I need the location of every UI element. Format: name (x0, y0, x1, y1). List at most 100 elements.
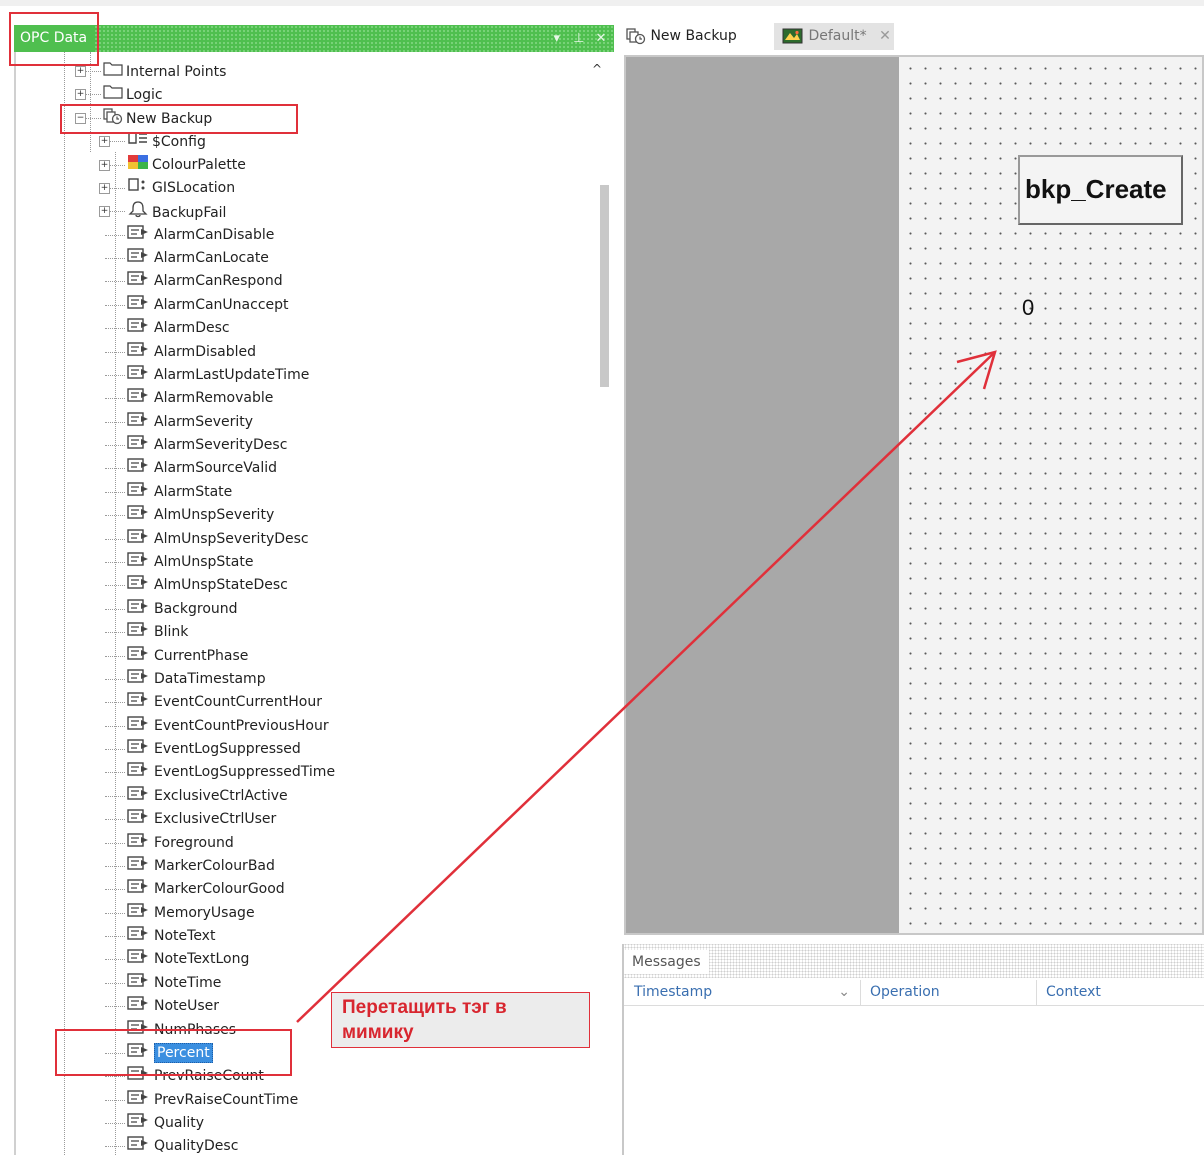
column-timestamp[interactable]: Timestamp ⌄ (624, 980, 860, 1005)
tab-new-backup[interactable]: New Backup (626, 23, 737, 50)
tree-connector (105, 445, 125, 447)
tree-connector (105, 1123, 125, 1125)
tree-item[interactable]: BackupFail (127, 200, 226, 223)
tree-item[interactable]: AlmUnspSeverityDesc (127, 528, 309, 551)
document-tabs: New Backup Default* ✕ (620, 23, 1204, 50)
tree-item[interactable]: Blink (127, 621, 188, 644)
tree-item[interactable]: Quality (127, 1112, 204, 1135)
tag-icon (127, 434, 151, 457)
tag-icon (127, 808, 151, 831)
tree-item-label: ExclusiveCtrlActive (154, 787, 288, 804)
tag-icon (127, 551, 151, 574)
tree-item[interactable]: NoteText (127, 925, 215, 948)
tree-item-label: NoteUser (154, 998, 220, 1015)
tree-connector (105, 725, 125, 727)
tree-item[interactable]: CurrentPhase (127, 645, 248, 668)
tag-icon (127, 948, 151, 971)
scroll-thumb[interactable] (600, 185, 609, 387)
tree-item[interactable]: EventLogSuppressed (127, 738, 301, 761)
tab-default[interactable]: Default* ✕ (774, 23, 894, 50)
pin-icon[interactable]: ⊥ (570, 25, 588, 52)
column-operation[interactable]: Operation (860, 980, 1036, 1005)
tree-item[interactable]: NoteUser (127, 995, 219, 1018)
backup-icon (626, 28, 646, 45)
tree-item[interactable]: AlarmCanUnaccept (127, 294, 289, 317)
tree-item-label: AlarmSeverity (154, 413, 254, 430)
tree-connector (105, 772, 125, 774)
tag-icon (127, 294, 151, 317)
tree-item[interactable]: Background (127, 598, 238, 621)
tree-item[interactable]: AlarmLastUpdateTime (127, 364, 309, 387)
expand-icon[interactable]: + (99, 182, 110, 194)
tree-item[interactable]: AlmUnspState (127, 551, 253, 574)
tree-item[interactable]: AlarmDesc (127, 317, 230, 340)
tree-item[interactable]: ExclusiveCtrlActive (127, 785, 288, 808)
tree-item[interactable]: GISLocation (127, 177, 235, 200)
tree-item[interactable]: AlmUnspSeverity (127, 504, 274, 527)
tree-item[interactable]: AlarmState (127, 481, 232, 504)
tree-item-label: AlarmCanRespond (154, 273, 283, 290)
tree-item-label: NoteText (154, 928, 216, 945)
tree-item[interactable]: ColourPalette (127, 154, 246, 177)
tab-close-icon[interactable]: ✕ (879, 28, 891, 44)
tree-item[interactable]: PrevRaiseCountTime (127, 1089, 298, 1112)
tree-item[interactable]: MarkerColourGood (127, 878, 285, 901)
bkp-create-button[interactable]: bkp_Create (1018, 155, 1183, 225)
tree-item[interactable]: NoteTime (127, 972, 221, 995)
tag-icon (127, 504, 151, 527)
tree-item-label: BackupFail (152, 204, 227, 221)
scroll-up-icon[interactable]: ^ (580, 62, 614, 76)
tree-item[interactable]: AlarmCanLocate (127, 247, 269, 270)
tree-item[interactable]: AlarmSeverityDesc (127, 434, 287, 457)
tree-item[interactable]: MarkerColourBad (127, 855, 275, 878)
tree-item-label: PrevRaiseCountTime (154, 1091, 299, 1108)
tree-scrollbar[interactable]: ^ (580, 52, 614, 1155)
tree-item-label: MarkerColourBad (154, 857, 275, 874)
tree-item[interactable]: AlarmCanRespond (127, 270, 283, 293)
column-label: Context (1046, 984, 1101, 1000)
tree-item[interactable]: AlmUnspStateDesc (127, 574, 288, 597)
mimic-canvas[interactable]: bkp_Create 0 (624, 55, 1204, 935)
tree-item[interactable]: AlarmCanDisable (127, 224, 274, 247)
expand-icon[interactable]: + (99, 136, 110, 148)
expand-icon[interactable]: + (75, 89, 86, 101)
sort-chevron-icon[interactable]: ⌄ (838, 980, 850, 1005)
tag-icon (127, 878, 151, 901)
tag-icon (127, 855, 151, 878)
expand-icon[interactable]: + (99, 206, 110, 218)
expand-icon[interactable]: + (75, 66, 86, 77)
tree-item[interactable]: EventCountCurrentHour (127, 691, 322, 714)
tree-connector (105, 959, 125, 961)
tag-icon (127, 457, 151, 480)
tab-label: Default* (808, 28, 867, 44)
tree-item[interactable]: AlarmDisabled (127, 341, 256, 364)
tree-item[interactable]: AlarmSeverity (127, 411, 253, 434)
tree-item[interactable]: Foreground (127, 832, 234, 855)
dropdown-icon[interactable]: ▾ (548, 25, 566, 52)
expand-icon[interactable]: + (99, 159, 110, 171)
tree-connector (105, 749, 125, 751)
tree-item[interactable]: DataTimestamp (127, 668, 266, 691)
tree-item-label: MarkerColourGood (154, 881, 285, 898)
tree-item[interactable]: MemoryUsage (127, 902, 255, 925)
tag-icon (127, 387, 151, 410)
tag-icon (127, 598, 151, 621)
tree-guide-line (64, 52, 65, 1155)
tree-item[interactable]: NoteTextLong (127, 948, 249, 971)
tree-item-label: QualityDesc (154, 1138, 239, 1155)
tree-item[interactable]: Logic (103, 83, 163, 106)
annotation-note: Перетащить тэг в мимику (331, 992, 590, 1048)
opc-tree: + Internal Points + Logic − New Backup + $Confi… (14, 52, 582, 1155)
tree-item[interactable]: AlarmSourceValid (127, 457, 277, 480)
tab-label: New Backup (650, 28, 737, 44)
tree-item[interactable]: Internal Points (103, 60, 226, 83)
tree-item[interactable]: EventLogSuppressedTime (127, 761, 335, 784)
close-icon[interactable]: ✕ (592, 25, 610, 52)
percent-value-display[interactable]: 0 (1022, 295, 1034, 321)
annotation-box-opc-data (9, 12, 99, 66)
tree-item[interactable]: QualityDesc (127, 1135, 238, 1155)
column-context[interactable]: Context (1036, 980, 1204, 1005)
tree-item[interactable]: ExclusiveCtrlUser (127, 808, 276, 831)
tree-item[interactable]: EventCountPreviousHour (127, 715, 329, 738)
tree-item[interactable]: AlarmRemovable (127, 387, 273, 410)
